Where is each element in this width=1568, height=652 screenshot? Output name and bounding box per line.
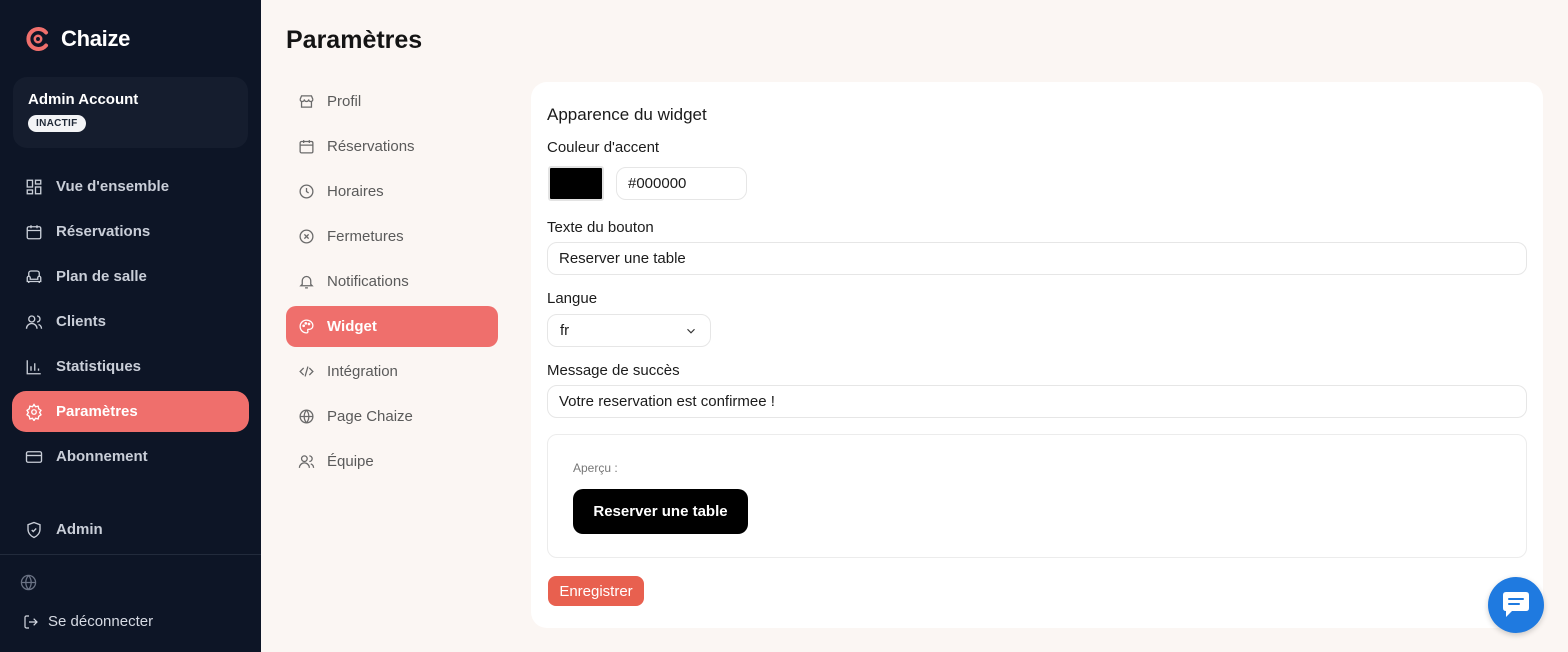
users-icon <box>298 455 315 468</box>
sidebar-item-statistics[interactable]: Statistiques <box>12 346 249 387</box>
accent-color-label: Couleur d'accent <box>547 139 660 156</box>
settings-tab-label: Profil <box>327 93 362 110</box>
sidebar-admin: Admin <box>12 509 249 554</box>
chaize-logo-icon <box>26 27 48 51</box>
settings-tab-integration[interactable]: Intégration <box>286 351 498 392</box>
settings-tab-label: Intégration <box>327 363 398 380</box>
settings-tab-label: Réservations <box>327 138 415 155</box>
settings-tab-notifications[interactable]: Notifications <box>286 261 498 302</box>
sidebar-item-label: Plan de salle <box>56 268 147 285</box>
calendar-icon <box>299 140 314 154</box>
settings-tab-label: Page Chaize <box>327 408 413 425</box>
sidebar-divider <box>0 554 261 555</box>
calendar-icon <box>26 224 42 239</box>
settings-tab-label: Fermetures <box>327 228 404 245</box>
credit-card-icon <box>25 450 43 463</box>
settings-tab-team[interactable]: Équipe <box>286 441 498 482</box>
settings-tab-label: Widget <box>327 318 377 335</box>
save-button[interactable]: Enregistrer <box>548 576 644 606</box>
globe-icon <box>299 409 314 424</box>
account-card[interactable]: Admin Account INACTIF <box>13 77 248 148</box>
bar-chart-icon <box>26 359 41 374</box>
gear-icon <box>26 402 42 421</box>
section-title: Apparence du widget <box>547 105 707 124</box>
sidebar-item-overview[interactable]: Vue d'ensemble <box>12 166 249 207</box>
settings-tab-label: Horaires <box>327 183 384 200</box>
sidebar-item-floor-plan[interactable]: Plan de salle <box>12 256 249 297</box>
sidebar-item-label: Vue d'ensemble <box>56 178 170 195</box>
shield-icon <box>27 521 41 538</box>
sidebar-item-label: Abonnement <box>56 448 148 465</box>
sidebar-item-clients[interactable]: Clients <box>12 301 249 342</box>
store-icon <box>299 95 314 108</box>
language-label: Langue <box>547 290 598 307</box>
circle-x-icon <box>299 229 314 244</box>
logout-icon <box>24 614 38 629</box>
sidebar: Chaize Admin Account INACTIF Vue d'ensem… <box>0 0 261 652</box>
globe-icon[interactable] <box>20 574 37 591</box>
settings-tab-profile[interactable]: Profil <box>286 81 498 122</box>
sidebar-item-label: Paramètres <box>56 403 138 420</box>
success-message-label: Message de succès <box>547 362 680 379</box>
button-text-input[interactable] <box>547 242 1527 275</box>
status-badge: INACTIF <box>28 115 86 132</box>
chat-icon <box>1503 592 1529 617</box>
page-title: Paramètres <box>286 26 423 54</box>
sidebar-nav: Vue d'ensemble Réservations Plan de sall… <box>12 166 249 481</box>
settings-tab-reservations[interactable]: Réservations <box>286 126 498 167</box>
settings-tab-hours[interactable]: Horaires <box>286 171 498 212</box>
sidebar-item-subscription[interactable]: Abonnement <box>12 436 249 477</box>
widget-settings-card: Apparence du widget Couleur d'accent Tex… <box>531 82 1543 628</box>
brand-name: Chaize <box>61 26 131 51</box>
code-icon <box>299 366 314 377</box>
users-icon <box>25 314 43 329</box>
preview-label: Aperçu : <box>573 461 618 475</box>
settings-tab-label: Équipe <box>327 453 374 470</box>
sidebar-item-admin[interactable]: Admin <box>12 509 249 550</box>
sidebar-item-label: Admin <box>56 521 103 538</box>
language-select-value: fr <box>560 322 570 339</box>
sidebar-item-reservations[interactable]: Réservations <box>12 211 249 252</box>
settings-tab-widget[interactable]: Widget <box>286 306 498 347</box>
logout-button[interactable]: Se déconnecter <box>23 613 153 630</box>
success-message-input[interactable] <box>547 385 1527 418</box>
chat-widget-button[interactable] <box>1488 577 1544 633</box>
dashboard-icon <box>26 179 42 194</box>
language-select[interactable]: fr <box>547 314 711 347</box>
accent-color-swatch[interactable] <box>548 166 604 201</box>
preview-reserve-button[interactable]: Reserver une table <box>573 489 748 534</box>
settings-tab-page-chaize[interactable]: Page Chaize <box>286 396 498 437</box>
bell-icon <box>299 275 314 289</box>
accent-color-input[interactable] <box>616 167 747 200</box>
settings-tab-label: Notifications <box>327 273 409 290</box>
chevron-down-icon <box>687 328 695 334</box>
palette-icon <box>299 319 314 334</box>
sidebar-item-label: Réservations <box>56 223 151 240</box>
brand-logo[interactable]: Chaize <box>25 26 130 52</box>
widget-preview: Aperçu : Reserver une table <box>547 434 1527 558</box>
account-name: Admin Account <box>28 91 139 108</box>
settings-nav: Profil Réservations Horaires Fermetures … <box>286 81 498 486</box>
armchair-icon <box>26 269 42 283</box>
logout-label: Se déconnecter <box>48 613 154 630</box>
sidebar-item-settings[interactable]: Paramètres <box>12 391 249 432</box>
button-text-label: Texte du bouton <box>547 219 654 236</box>
settings-tab-closures[interactable]: Fermetures <box>286 216 498 257</box>
clock-icon <box>299 184 314 199</box>
sidebar-item-label: Statistiques <box>56 358 142 375</box>
sidebar-item-label: Clients <box>56 313 107 330</box>
